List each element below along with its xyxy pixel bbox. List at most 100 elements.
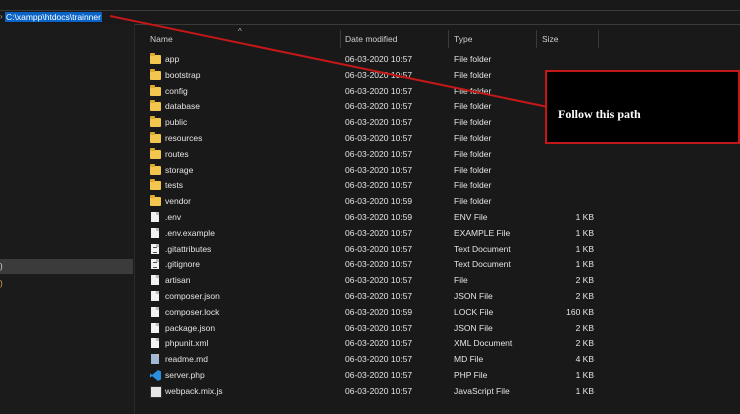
file-name: database bbox=[165, 101, 200, 112]
file-row[interactable]: .gitattributes 06-03-2020 10:57 Text Docum… bbox=[135, 242, 740, 258]
file-date-modified: 06-03-2020 10:57 bbox=[345, 275, 413, 286]
file-row[interactable]: phpunit.xml 06-03-2020 10:57 XML Document 2… bbox=[135, 336, 740, 352]
file-name: server.php bbox=[165, 369, 205, 380]
file-date-modified: 06-03-2020 10:59 bbox=[345, 306, 413, 317]
file-type: XML Document bbox=[454, 338, 513, 349]
column-separator[interactable] bbox=[598, 30, 599, 48]
file-type: LOCK File bbox=[454, 306, 494, 317]
column-header-size[interactable]: Size bbox=[542, 34, 559, 44]
file-date-modified: 06-03-2020 10:57 bbox=[345, 354, 413, 365]
nav-selected-item[interactable] bbox=[0, 259, 133, 274]
folder-icon bbox=[150, 131, 161, 143]
folder-icon bbox=[150, 195, 161, 207]
column-header-type[interactable]: Type bbox=[454, 34, 472, 44]
file-type: PHP File bbox=[454, 369, 488, 380]
file-name: vendor bbox=[165, 196, 191, 207]
file-name: routes bbox=[165, 148, 189, 159]
file-row[interactable]: storage 06-03-2020 10:57 File folder bbox=[135, 163, 740, 179]
file-type: File folder bbox=[454, 164, 492, 175]
annotation-text: Follow this path bbox=[558, 107, 641, 121]
file-size: 1 KB bbox=[575, 369, 594, 380]
vscode-icon bbox=[150, 369, 161, 381]
file-size: 160 KB bbox=[566, 306, 594, 317]
text-file-icon bbox=[151, 243, 159, 254]
file-type: File folder bbox=[454, 148, 492, 159]
file-type: File folder bbox=[454, 132, 492, 143]
file-name: .env.example bbox=[165, 227, 215, 238]
file-size: 4 KB bbox=[575, 354, 594, 365]
navigation-pane[interactable]: ) ) bbox=[0, 24, 134, 414]
column-separator[interactable] bbox=[340, 30, 341, 48]
file-date-modified: 06-03-2020 10:57 bbox=[345, 227, 413, 238]
file-icon bbox=[151, 227, 159, 238]
markdown-file-icon bbox=[151, 354, 159, 365]
folder-icon bbox=[150, 53, 161, 64]
file-size: 2 KB bbox=[575, 338, 594, 349]
folder-icon bbox=[150, 84, 161, 96]
file-name: resources bbox=[165, 132, 203, 143]
file-date-modified: 06-03-2020 10:57 bbox=[345, 259, 413, 270]
address-bar[interactable]: › C:\xampp\htdocs\trainner bbox=[0, 10, 740, 25]
file-row[interactable]: .env 06-03-2020 10:59 ENV File 1 KB bbox=[135, 210, 740, 226]
column-separator[interactable] bbox=[448, 30, 449, 48]
file-type: File folder bbox=[454, 54, 492, 64]
file-row[interactable]: routes 06-03-2020 10:57 File folder bbox=[135, 147, 740, 163]
file-row[interactable]: composer.json 06-03-2020 10:57 JSON File 2 … bbox=[135, 289, 740, 305]
file-name: storage bbox=[165, 164, 194, 175]
file-icon bbox=[151, 306, 159, 317]
file-date-modified: 06-03-2020 10:57 bbox=[345, 85, 413, 96]
file-icon bbox=[151, 338, 159, 349]
chevron-right-icon: › bbox=[0, 12, 3, 21]
file-name: readme.md bbox=[165, 354, 208, 365]
file-type: JSON File bbox=[454, 290, 493, 301]
file-row[interactable]: composer.lock 06-03-2020 10:59 LOCK File 16… bbox=[135, 305, 740, 321]
file-type: File folder bbox=[454, 196, 492, 207]
nav-item-fragment-yellow: ) bbox=[0, 279, 3, 288]
file-row[interactable]: tests 06-03-2020 10:57 File folder bbox=[135, 178, 740, 194]
file-row[interactable]: package.json 06-03-2020 10:57 JSON File 2 K… bbox=[135, 321, 740, 337]
folder-icon bbox=[150, 147, 161, 159]
file-type: File folder bbox=[454, 180, 492, 191]
file-size: 1 KB bbox=[575, 385, 594, 396]
folder-icon bbox=[150, 163, 161, 175]
file-name: .gitattributes bbox=[165, 243, 212, 254]
file-name: package.json bbox=[165, 322, 216, 333]
address-path-text[interactable]: C:\xampp\htdocs\trainner bbox=[5, 12, 102, 22]
file-icon bbox=[151, 322, 159, 333]
file-type: EXAMPLE File bbox=[454, 227, 511, 238]
file-size: 1 KB bbox=[575, 259, 594, 270]
file-row[interactable]: server.php 06-03-2020 10:57 PHP File 1 KB bbox=[135, 368, 740, 384]
file-name: artisan bbox=[165, 275, 191, 286]
file-row[interactable]: readme.md 06-03-2020 10:57 MD File 4 KB bbox=[135, 352, 740, 368]
file-date-modified: 06-03-2020 10:57 bbox=[345, 69, 413, 80]
file-name: webpack.mix.js bbox=[165, 385, 223, 396]
column-header-date[interactable]: Date modified bbox=[345, 34, 397, 44]
file-date-modified: 06-03-2020 10:57 bbox=[345, 180, 413, 191]
file-type: File folder bbox=[454, 117, 492, 128]
column-header-name[interactable]: Name bbox=[150, 34, 173, 44]
text-file-icon bbox=[151, 259, 159, 270]
file-type: MD File bbox=[454, 354, 484, 365]
file-size: 2 KB bbox=[575, 322, 594, 333]
file-row[interactable]: vendor 06-03-2020 10:59 File folder bbox=[135, 194, 740, 210]
file-name: .env bbox=[165, 211, 182, 222]
file-date-modified: 06-03-2020 10:57 bbox=[345, 54, 413, 64]
folder-icon bbox=[150, 116, 161, 128]
file-name: config bbox=[165, 85, 188, 96]
file-row[interactable]: webpack.mix.js 06-03-2020 10:57 JavaScript… bbox=[135, 384, 740, 400]
file-row[interactable]: .gitignore 06-03-2020 10:57 Text Document 1… bbox=[135, 257, 740, 273]
file-date-modified: 06-03-2020 10:57 bbox=[345, 369, 413, 380]
file-row[interactable]: artisan 06-03-2020 10:57 File 2 KB bbox=[135, 273, 740, 289]
file-date-modified: 06-03-2020 10:59 bbox=[345, 196, 413, 207]
file-date-modified: 06-03-2020 10:57 bbox=[345, 164, 413, 175]
file-row[interactable]: .env.example 06-03-2020 10:57 EXAMPLE File… bbox=[135, 226, 740, 242]
file-type: JavaScript File bbox=[454, 385, 510, 396]
file-icon bbox=[151, 290, 159, 301]
file-type: File folder bbox=[454, 101, 492, 112]
file-name: public bbox=[165, 117, 188, 128]
file-date-modified: 06-03-2020 10:57 bbox=[345, 322, 413, 333]
file-row[interactable]: app 06-03-2020 10:57 File folder bbox=[135, 52, 740, 68]
file-type: ENV File bbox=[454, 211, 488, 222]
column-separator[interactable] bbox=[536, 30, 537, 48]
file-date-modified: 06-03-2020 10:57 bbox=[345, 385, 413, 396]
